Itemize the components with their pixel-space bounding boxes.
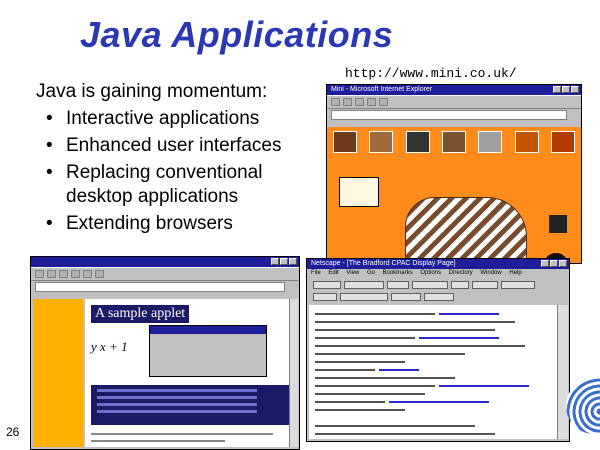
applet-address-row [31,281,299,292]
home-icon [83,270,92,278]
mini-window-titlebar: Mini - Microsoft Internet Explorer [327,85,581,95]
refresh-icon [71,270,80,278]
close-icon [571,86,579,93]
ns-control-button [501,281,535,289]
applet-toolbar [31,267,299,281]
netscape-browser-screenshot: Netscape - [The Bradford CPAC Display Pa… [306,258,570,442]
menu-item: View [346,270,360,276]
menu-item: Options [420,270,441,276]
netscape-scrollbar [557,305,568,439]
bullet-item: Interactive applications [46,107,316,131]
netscape-window-titlebar: Netscape - [The Bradford CPAC Display Pa… [307,259,569,269]
maximize-icon [550,260,558,267]
ns-control-button [313,281,341,289]
applet-address-field [35,281,285,292]
slide: Java Applications Java is gaining moment… [0,0,600,450]
applet-frame-titlebar [150,326,266,334]
netscape-page-content [309,305,557,439]
menu-item: Help [509,270,522,276]
applet-window-titlebar [31,257,299,267]
ns-control-button [412,281,448,289]
logo-graphic [566,378,600,434]
applet-heading: A sample applet [91,305,190,323]
back-icon [35,270,44,278]
nav-thumbnail [514,131,539,153]
mini-dialog-box [339,177,379,207]
ns-control-button [424,293,454,301]
close-icon [559,260,567,267]
netscape-control-row-2 [307,292,569,302]
car-image [405,197,527,263]
ns-control-button [387,281,409,289]
menu-item: Edit [328,270,339,276]
minimize-icon [553,86,561,93]
bullet-item: Extending browsers [46,212,316,236]
ns-control-button [451,281,469,289]
forward-icon [47,270,56,278]
bullet-list: Java is gaining momentum: Interactive ap… [36,80,316,239]
menu-item: File [311,270,321,276]
site-url: http://www.mini.co.uk/ [345,66,517,81]
netscape-window-title: Netscape - [The Bradford CPAC Display Pa… [311,260,456,267]
mini-toolbar [327,95,581,109]
menu-item: Bookmarks [382,270,413,276]
applet-text-lines [91,433,283,447]
applet-page-content: A sample applet y x + 1 [85,299,291,447]
bullet-item: Replacing conventional desktop applicati… [46,161,316,209]
applet-frame-window [149,325,267,377]
bullet-intro: Java is gaining momentum: [36,81,268,102]
slide-number: 26 [6,425,20,439]
slide-title: Java Applications [80,14,394,55]
menu-item: Go [366,270,375,276]
bullets: Interactive applications Enhanced user i… [36,107,316,236]
applet-browser-screenshot: A sample applet y x + 1 [30,256,300,450]
mini-address-row [327,109,581,120]
stop-icon [355,98,364,106]
maximize-icon [280,258,288,265]
stop-icon [59,270,68,278]
ns-control-button [344,281,384,289]
nav-thumbnail [550,131,575,153]
netscape-control-row [307,280,569,290]
ns-control-button [313,293,337,301]
mini-browser-screenshot: Mini - Microsoft Internet Explorer [326,84,582,264]
back-icon [331,98,340,106]
nav-thumbnail [333,131,357,153]
applet-code-block [91,385,291,425]
netscape-menubar: File Edit View Go Bookmarks Options Dire… [307,269,569,278]
nav-thumbnail [441,131,466,153]
close-icon [289,258,297,265]
mini-address-field [331,109,567,120]
minimize-icon [271,258,279,265]
home-icon [379,98,388,106]
menu-item: Window [480,270,502,276]
nav-thumbnail [478,131,503,153]
minimize-icon [541,260,549,267]
applet-sidebar [33,299,83,447]
ns-control-button [472,281,498,289]
menu-item: Directory [448,270,473,276]
applet-formula: y x + 1 [91,339,128,354]
applet-scrollbar [289,299,298,447]
mini-window-title: Mini - Microsoft Internet Explorer [331,86,433,93]
bullet-item: Enhanced user interfaces [46,134,316,158]
ns-control-button [391,293,421,301]
mini-nav-thumbnails [333,131,575,157]
nav-thumbnail [369,131,394,153]
maximize-icon [562,86,570,93]
forward-icon [343,98,352,106]
ns-control-button [340,293,388,301]
mini-side-icon [549,215,567,233]
print-icon [95,270,104,278]
refresh-icon [367,98,376,106]
mini-page-content: SAVE [327,127,581,263]
nav-thumbnail [405,131,430,153]
